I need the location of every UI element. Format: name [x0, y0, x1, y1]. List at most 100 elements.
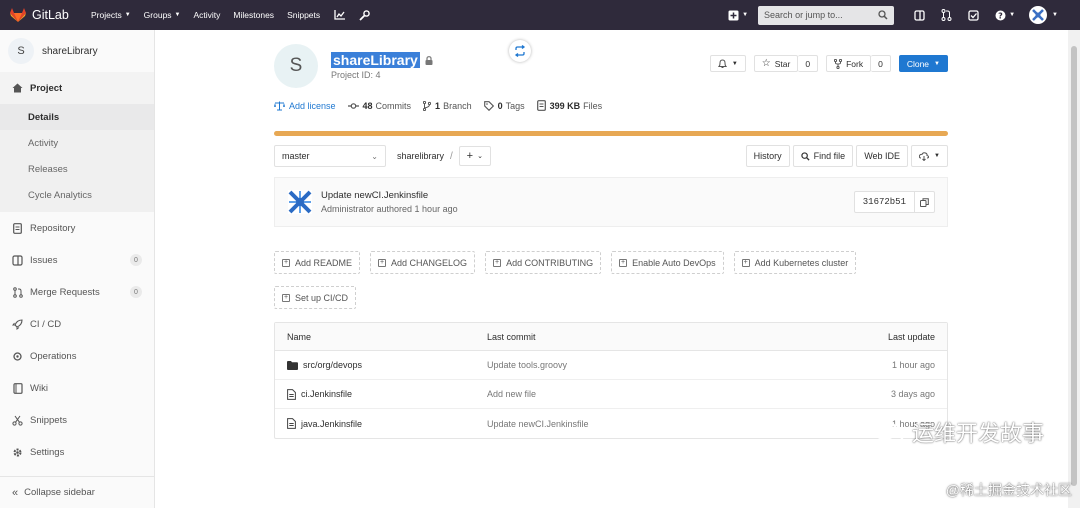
- help-icon[interactable]: ? ▼: [994, 9, 1016, 22]
- sidebar-project-header[interactable]: S shareLibrary: [0, 30, 154, 72]
- sidebar-item-project[interactable]: Project: [0, 72, 154, 104]
- table-row[interactable]: java.Jenkinsfile Update newCI.Jenkinsfil…: [275, 409, 947, 438]
- table-row[interactable]: src/org/devops Update tools.groovy 1 hou…: [275, 351, 947, 380]
- project-submenu: Details Activity Releases Cycle Analytic…: [0, 104, 154, 212]
- watermark-source: @稀土掘金技术社区: [945, 482, 1072, 498]
- fork-count[interactable]: 0: [871, 55, 891, 72]
- last-commit-panel: Update newCI.Jenkinsfile Administrator a…: [274, 177, 948, 227]
- sidebar-item-operations[interactable]: Operations: [0, 340, 154, 372]
- lock-icon: [425, 56, 433, 67]
- commits-stat[interactable]: 48 Commits: [347, 101, 411, 111]
- issues-check-icon[interactable]: [967, 9, 980, 22]
- sidebar-item-activity[interactable]: Activity: [0, 130, 154, 156]
- column-header-last-commit: Last commit: [487, 331, 536, 342]
- search-input[interactable]: Search or jump to...: [758, 5, 895, 25]
- download-dropdown[interactable]: ▼: [911, 145, 948, 167]
- new-dropdown[interactable]: ▼: [728, 10, 748, 21]
- breadcrumb-project-link[interactable]: sharelibrary: [397, 151, 444, 161]
- sync-icon[interactable]: [509, 40, 531, 62]
- sidebar-item-issues[interactable]: Issues 0: [0, 244, 154, 276]
- chevron-down-icon: ▼: [731, 60, 738, 67]
- branches-stat[interactable]: 1 Branch: [423, 100, 472, 111]
- enable-auto-devops-button[interactable]: + Enable Auto DevOps: [611, 251, 724, 274]
- commit-meta: Administrator authored 1 hour ago: [321, 204, 458, 214]
- history-button[interactable]: History: [745, 145, 790, 167]
- search-icon: [800, 151, 810, 161]
- sidebar-item-cycle-analytics[interactable]: Cycle Analytics: [0, 182, 154, 208]
- nav-snippets[interactable]: Snippets: [287, 10, 320, 20]
- star-icon: ☆: [761, 58, 771, 69]
- sidebar-item-repository[interactable]: Repository: [0, 212, 154, 244]
- sidebar-item-ci-cd[interactable]: CI / CD: [0, 308, 154, 340]
- project-title: shareLibrary: [331, 52, 420, 68]
- clone-button[interactable]: Clone ▼: [898, 55, 948, 72]
- commit-message-link[interactable]: Update tools.groovy: [487, 360, 787, 370]
- plus-square-icon: [728, 10, 739, 20]
- project-stats: Add license 48 Commits 1 Branch 0 Tags 399 …: [274, 100, 614, 111]
- add-readme-button[interactable]: + Add README: [274, 251, 361, 274]
- project-actions: ▼ ☆ Star 0 Fork 0 Clone ▼: [709, 55, 948, 72]
- merge-requests-icon[interactable]: [940, 9, 953, 22]
- find-file-button[interactable]: Find file: [792, 145, 854, 167]
- nav-activity[interactable]: Activity: [194, 10, 221, 20]
- sidebar-item-releases[interactable]: Releases: [0, 156, 154, 182]
- merge-icon: [12, 286, 23, 298]
- add-changelog-button[interactable]: + Add CHANGELOG: [370, 251, 476, 274]
- bell-icon: [717, 58, 727, 68]
- commit-sha-group: 31672b51: [853, 191, 935, 213]
- chart-icon[interactable]: [333, 9, 345, 21]
- scrollbar-thumb[interactable]: [1071, 46, 1077, 486]
- plus-icon: +: [466, 150, 474, 162]
- sidebar-project-name: shareLibrary: [42, 45, 98, 57]
- file-name-link[interactable]: ci.Jenkinsfile: [301, 389, 352, 399]
- cloud-gear-icon: [12, 351, 23, 362]
- set-up-ci-cd-button[interactable]: + Set up CI/CD: [274, 286, 357, 309]
- last-update-time: 3 days ago: [890, 389, 935, 399]
- svg-text:?: ?: [998, 11, 1003, 20]
- star-count[interactable]: 0: [798, 55, 819, 72]
- commit-author-avatar[interactable]: [287, 189, 313, 215]
- plus-icon: +: [282, 293, 290, 302]
- copy-icon[interactable]: [914, 192, 934, 212]
- user-avatar[interactable]: [1029, 6, 1048, 24]
- todos-icon[interactable]: [913, 9, 926, 22]
- add-license-link[interactable]: Add license: [274, 101, 336, 111]
- notification-dropdown[interactable]: ▼: [709, 55, 746, 72]
- file-name-link[interactable]: src/org/devops: [303, 360, 362, 370]
- branch-selector[interactable]: master ⌄: [274, 145, 386, 167]
- add-kubernetes-cluster-button[interactable]: + Add Kubernetes cluster: [733, 251, 857, 274]
- table-row[interactable]: ci.Jenkinsfile Add new file 3 days ago: [275, 380, 947, 409]
- sidebar-item-merge-requests[interactable]: Merge Requests 0: [0, 276, 154, 308]
- collapse-sidebar-button[interactable]: « Collapse sidebar: [0, 476, 155, 508]
- wrench-icon[interactable]: [358, 9, 370, 21]
- tags-stat[interactable]: 0 Tags: [483, 101, 525, 111]
- commit-message-link[interactable]: Add new file: [487, 389, 787, 399]
- commit-sha-link[interactable]: 31672b51: [855, 197, 914, 207]
- sidebar-item-snippets[interactable]: Snippets: [0, 404, 154, 436]
- scale-icon: [274, 101, 285, 111]
- commit-title-link[interactable]: Update newCI.Jenkinsfile: [321, 190, 458, 201]
- sidebar-item-settings[interactable]: Settings: [0, 436, 154, 468]
- star-button[interactable]: ☆ Star: [753, 55, 799, 72]
- quick-actions-row-1: + Add README + Add CHANGELOG + Add CONTRIBU…: [274, 251, 866, 274]
- gitlab-home-link[interactable]: GitLab: [10, 8, 78, 22]
- nav-groups[interactable]: Groups ▼: [144, 10, 181, 20]
- fork-button[interactable]: Fork: [826, 55, 872, 72]
- page-scrollbar[interactable]: [1068, 30, 1080, 508]
- column-header-name: Name: [287, 331, 312, 342]
- file-name-link[interactable]: java.Jenkinsfile: [301, 419, 362, 429]
- sidebar-item-wiki[interactable]: Wiki: [0, 372, 154, 404]
- project-avatar-large: S: [274, 44, 318, 88]
- chevron-down-icon: ⌄: [477, 153, 483, 160]
- add-file-dropdown[interactable]: + ⌄: [458, 146, 491, 166]
- sidebar-item-details[interactable]: Details: [0, 104, 154, 130]
- add-contributing-button[interactable]: + Add CONTRIBUTING: [485, 251, 602, 274]
- project-sidebar: S shareLibrary Project Details Activity …: [0, 30, 155, 508]
- quick-actions-row-2: + Set up CI/CD: [274, 286, 366, 309]
- files-stat[interactable]: 399 KB Files: [536, 100, 602, 111]
- web-ide-button[interactable]: Web IDE: [856, 145, 909, 167]
- commit-message-link[interactable]: Update newCI.Jenkinsfile: [487, 419, 787, 429]
- chevron-down-icon: ⌄: [371, 151, 378, 161]
- nav-projects[interactable]: Projects ▼: [91, 10, 131, 20]
- nav-milestones[interactable]: Milestones: [233, 10, 274, 20]
